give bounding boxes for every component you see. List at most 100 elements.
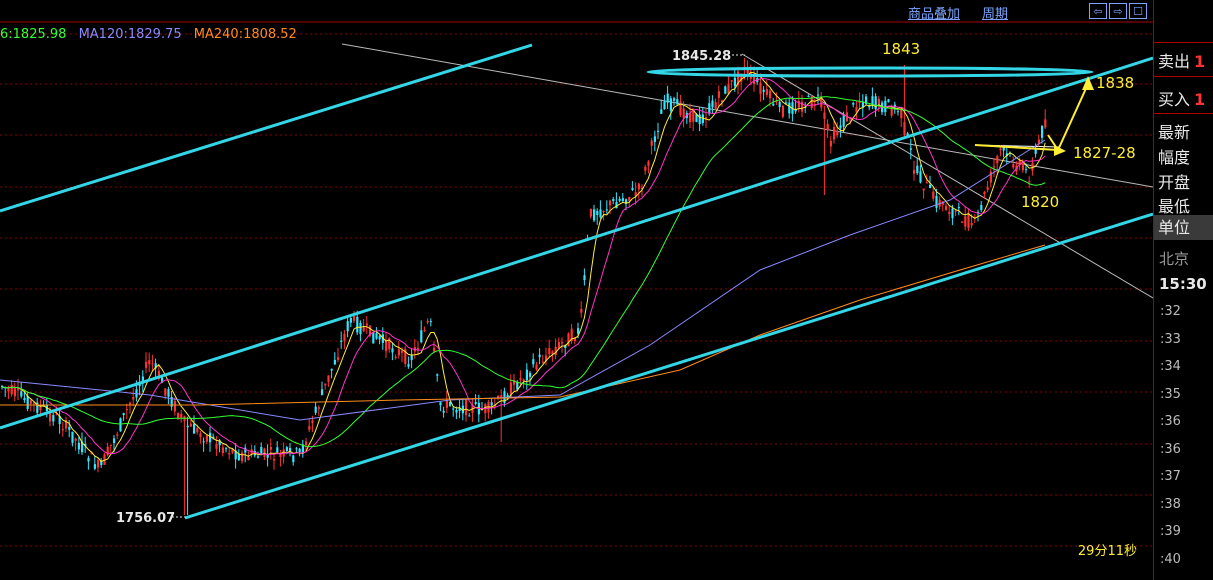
candle-body bbox=[276, 447, 279, 452]
candle-body bbox=[650, 140, 653, 146]
candle-body bbox=[945, 205, 948, 211]
candle-body bbox=[887, 99, 890, 103]
candle-body bbox=[173, 400, 176, 412]
ma5-line bbox=[1, 71, 1046, 463]
window-toggle-button[interactable]: ☐ bbox=[1129, 3, 1147, 19]
candlestick-chart[interactable] bbox=[0, 0, 1153, 580]
candle-body bbox=[74, 438, 77, 441]
period-link[interactable]: 周期 bbox=[982, 3, 1008, 22]
candle-body bbox=[474, 402, 477, 404]
candle-body bbox=[797, 100, 800, 108]
candle-body bbox=[541, 361, 544, 363]
candle-body bbox=[599, 209, 602, 218]
candle-body bbox=[957, 207, 960, 209]
sell-row[interactable]: 卖出 1 bbox=[1158, 48, 1205, 72]
time-label: 15:30 bbox=[1159, 275, 1207, 293]
time-tick: :36 bbox=[1160, 441, 1181, 457]
candle-body bbox=[714, 102, 717, 109]
buy-row[interactable]: 买入 1 bbox=[1158, 86, 1205, 110]
candle-body bbox=[26, 395, 29, 409]
candle-body bbox=[909, 148, 912, 150]
scroll-left-button[interactable]: ⇦ bbox=[1089, 3, 1107, 19]
candle-body bbox=[577, 328, 580, 334]
candle-body bbox=[532, 359, 535, 365]
candle-body bbox=[916, 165, 919, 174]
candle-body bbox=[890, 108, 893, 116]
candle-body bbox=[829, 140, 832, 147]
unit-label: 单位 bbox=[1154, 215, 1213, 240]
candle-body bbox=[919, 171, 922, 183]
candle-body bbox=[20, 391, 23, 397]
candle-body bbox=[180, 413, 183, 418]
candle-body bbox=[705, 117, 708, 119]
candle-body bbox=[663, 101, 666, 110]
candle-body bbox=[589, 208, 592, 217]
candle-body bbox=[436, 374, 439, 376]
candle-body bbox=[733, 77, 736, 87]
candle-body bbox=[186, 425, 189, 428]
candle-body bbox=[148, 360, 151, 365]
candle-body bbox=[321, 389, 324, 395]
candle-body bbox=[561, 342, 564, 344]
candle-body bbox=[708, 103, 711, 114]
candle-body bbox=[807, 96, 810, 98]
candle-body bbox=[241, 452, 244, 462]
candle-body bbox=[669, 98, 672, 111]
candle-body bbox=[311, 420, 314, 424]
candle-body bbox=[983, 191, 986, 195]
candle-body bbox=[10, 384, 13, 395]
channel-line bbox=[0, 43, 533, 213]
candle-body bbox=[605, 209, 608, 211]
candle-body bbox=[673, 98, 676, 101]
candle-body bbox=[730, 80, 733, 82]
candle-body bbox=[116, 434, 119, 436]
candle-body bbox=[205, 435, 208, 442]
candle-body bbox=[765, 89, 768, 95]
candle-body bbox=[394, 356, 397, 358]
candle-body bbox=[202, 441, 205, 443]
chart-area[interactable]: 6:1825.98 MA120:1829.75 MA240:1808.52 商品… bbox=[0, 0, 1153, 580]
candle-body bbox=[897, 111, 900, 113]
candle-body bbox=[637, 183, 640, 190]
candle-body bbox=[935, 195, 938, 208]
candle-body bbox=[225, 448, 228, 450]
candle-body bbox=[113, 438, 116, 444]
scroll-right-button[interactable]: ⇨ bbox=[1109, 3, 1127, 19]
candle-body bbox=[842, 115, 845, 127]
candle-body bbox=[247, 456, 250, 461]
candle-body bbox=[583, 275, 586, 281]
candle-body bbox=[519, 378, 522, 380]
candle-body bbox=[967, 212, 970, 228]
candle-body bbox=[375, 333, 378, 339]
open-label: 开盘 bbox=[1158, 173, 1191, 192]
candle-body bbox=[29, 400, 32, 404]
candle-body bbox=[631, 188, 634, 190]
candle-body bbox=[922, 188, 925, 191]
candle-body bbox=[666, 93, 669, 103]
candle-body bbox=[647, 161, 650, 166]
candle-body bbox=[628, 197, 631, 201]
candle-body bbox=[452, 408, 455, 410]
candle-body bbox=[993, 166, 996, 168]
candle-body bbox=[109, 444, 112, 446]
candle-body bbox=[567, 333, 570, 347]
candle-body bbox=[618, 198, 621, 201]
candle-body bbox=[778, 101, 781, 107]
candle-body bbox=[122, 413, 125, 415]
candle-body bbox=[327, 375, 330, 382]
time-tick: :38 bbox=[1160, 496, 1181, 512]
candle-body bbox=[39, 406, 42, 411]
candle-body bbox=[525, 369, 528, 381]
resistance-level-label: 1827-28 bbox=[1073, 144, 1136, 162]
ma-legend: 6:1825.98 MA120:1829.75 MA240:1808.52 bbox=[0, 27, 305, 42]
candle-body bbox=[359, 322, 362, 335]
candle-body bbox=[125, 409, 128, 411]
candle-body bbox=[433, 347, 436, 352]
overlay-link[interactable]: 商品叠加 bbox=[908, 3, 960, 22]
candle-body bbox=[759, 82, 762, 95]
candle-body bbox=[340, 340, 343, 342]
low-marker-label: 1756.07 bbox=[116, 511, 176, 526]
candle-body bbox=[337, 357, 340, 360]
candle-body bbox=[593, 209, 596, 221]
candle-body bbox=[7, 388, 10, 392]
